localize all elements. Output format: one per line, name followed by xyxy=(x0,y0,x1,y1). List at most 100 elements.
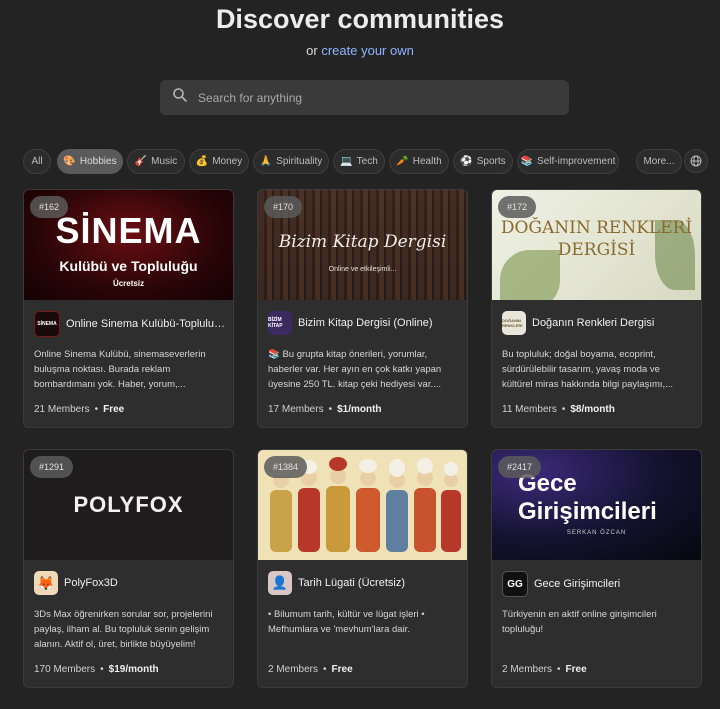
language-button[interactable] xyxy=(684,149,708,173)
card-banner: #1384 xyxy=(258,450,467,560)
laptop-icon: 💻 xyxy=(340,156,353,167)
community-description: Türkiyenin en aktif online girişimcileri… xyxy=(502,609,657,635)
community-card[interactable]: SİNEMA Kulübü ve Topluluğu Ücretsiz #162… xyxy=(23,189,234,428)
member-count: 11 Members xyxy=(502,404,557,415)
community-meta: 170 Members • $19/month xyxy=(34,664,159,675)
banner-tagline: Ücretsiz xyxy=(112,279,145,288)
banner-title: DOĞANIN RENKLERİ xyxy=(500,218,693,238)
filter-chip-health[interactable]: 🥕 Health xyxy=(389,149,449,174)
price: Free xyxy=(103,404,125,415)
filter-label: All xyxy=(31,156,43,167)
community-avatar: GG xyxy=(502,571,528,597)
community-meta: 2 Members • Free xyxy=(268,664,353,675)
pray-icon: 🙏 xyxy=(259,156,273,167)
soccer-ball-icon: ⚽ xyxy=(460,156,473,167)
community-description: 3Ds Max öğrenirken sorular sor, projeler… xyxy=(34,609,213,650)
price: Free xyxy=(331,664,353,675)
rank-badge: #170 xyxy=(264,196,303,218)
community-avatar: SİNEMA xyxy=(34,311,60,337)
community-description: • Bilumum tarih, kültür ve lügat işleri … xyxy=(268,609,425,635)
price: $8/month xyxy=(570,404,615,415)
rank-badge: #162 xyxy=(30,196,69,218)
rank-badge: #1384 xyxy=(264,456,308,478)
member-count: 2 Members xyxy=(502,664,553,675)
filter-chip-sports[interactable]: ⚽ Sports xyxy=(453,149,513,174)
card-banner: SİNEMA Kulübü ve Topluluğu Ücretsiz #162 xyxy=(24,190,233,300)
filter-label: Money xyxy=(212,156,243,167)
community-name[interactable]: PolyFox3D xyxy=(64,577,118,589)
filter-chip-money[interactable]: 💰 Money xyxy=(189,149,249,174)
page-subtitle: or create your own xyxy=(0,43,720,58)
carrot-icon: 🥕 xyxy=(396,156,409,167)
banner-subtitle: Girişimcileri xyxy=(518,498,657,525)
community-card[interactable]: Gece Girişimcileri SERKAN ÖZCAN #2417 GG… xyxy=(491,449,702,688)
filter-chip-tech[interactable]: 💻 Tech xyxy=(333,149,385,174)
fox-avatar-icon: 🦊 xyxy=(34,571,58,595)
community-meta: 21 Members • Free xyxy=(34,404,125,415)
books-icon: 📚 xyxy=(520,156,534,167)
card-banner: Bizim Kitap Dergisi Online ve etkileşiml… xyxy=(258,190,467,300)
community-avatar: DOĞANIN RENKLERİ xyxy=(502,311,526,335)
page-title: Discover communities xyxy=(215,4,505,34)
community-name[interactable]: Doğanın Renkleri Dergisi xyxy=(532,317,654,329)
filter-label: Spirituality xyxy=(276,156,323,167)
rank-badge: #172 xyxy=(498,196,537,218)
banner-subtitle: Kulübü ve Topluluğu xyxy=(59,258,198,274)
price: $1/month xyxy=(337,404,382,415)
community-name[interactable]: Gece Girişimcileri xyxy=(534,578,620,590)
member-count: 170 Members xyxy=(34,664,96,675)
rank-badge: #1291 xyxy=(30,456,74,478)
palette-icon: 🎨 xyxy=(63,156,76,167)
community-name[interactable]: Online Sinema Kulübü-Topluluğu xyxy=(66,318,225,330)
community-name[interactable]: Bizim Kitap Dergisi (Online) xyxy=(298,317,432,329)
search-bar[interactable] xyxy=(160,80,569,115)
banner-subtitle: Online ve etkileşimli... xyxy=(328,266,397,273)
community-avatar: BİZİM KİTAP xyxy=(268,311,292,335)
banner-logo-text: POLYFOX xyxy=(73,492,184,517)
subtitle-prefix: or xyxy=(306,43,318,58)
banner-author: SERKAN ÖZCAN xyxy=(566,530,627,536)
create-community-link[interactable]: create your own xyxy=(321,43,414,58)
search-icon xyxy=(172,87,188,108)
member-count: 21 Members xyxy=(34,404,90,415)
community-card[interactable]: DOĞANIN RENKLERİ DERGİSİ #172 DOĞANIN RE… xyxy=(491,189,702,428)
community-card[interactable]: POLYFOX #1291 🦊 PolyFox3D 3Ds Max öğreni… xyxy=(23,449,234,688)
guitar-icon: 🎸 xyxy=(134,156,148,167)
filter-label: Health xyxy=(412,156,442,167)
filter-chip-hobbies[interactable]: 🎨 Hobbies xyxy=(57,149,123,174)
search-input[interactable] xyxy=(196,89,540,106)
community-name[interactable]: Tarih Lügati (Ücretsiz) xyxy=(298,577,405,589)
banner-title: Bizim Kitap Dergisi xyxy=(278,232,447,252)
filter-label: Music xyxy=(151,156,178,167)
filter-label: Tech xyxy=(356,156,378,167)
price: $19/month xyxy=(108,664,159,675)
banner-subtitle: DERGİSİ xyxy=(557,240,636,260)
community-meta: 2 Members • Free xyxy=(502,664,587,675)
community-meta: 17 Members • $1/month xyxy=(268,404,382,415)
community-card[interactable]: Bizim Kitap Dergisi Online ve etkileşiml… xyxy=(257,189,468,428)
filter-chip-spirituality[interactable]: 🙏 Spirituality xyxy=(253,149,329,174)
card-banner: POLYFOX #1291 xyxy=(24,450,233,560)
community-description: 📚 Bu grupta kitap önerileri, yorumlar, h… xyxy=(268,349,442,390)
card-banner: DOĞANIN RENKLERİ DERGİSİ #172 xyxy=(492,190,701,300)
filter-chip-self-improvement[interactable]: 📚 Self-improvement xyxy=(517,149,619,174)
filter-label: More... xyxy=(643,156,675,167)
rank-badge: #2417 xyxy=(498,456,542,478)
filter-label: Sports xyxy=(476,156,506,167)
card-banner: Gece Girişimcileri SERKAN ÖZCAN #2417 xyxy=(492,450,701,560)
filter-label: Self-improvement xyxy=(537,156,616,167)
community-description: Online Sinema Kulübü, sinemaseverlerin b… xyxy=(34,349,206,390)
member-count: 2 Members xyxy=(268,664,319,675)
profile-avatar-icon: 👤 xyxy=(268,571,292,595)
community-meta: 11 Members • $8/month xyxy=(502,404,615,415)
price: Free xyxy=(565,664,587,675)
community-card[interactable]: #1384 👤 Tarih Lügati (Ücretsiz) • Bilumu… xyxy=(257,449,468,688)
community-description: Bu topluluk; doğal boyama, ecoprint, sür… xyxy=(502,349,674,390)
filter-chip-all[interactable]: All xyxy=(23,149,51,174)
filter-label: Hobbies xyxy=(79,156,117,167)
category-filter-bar: All 🎨 Hobbies 🎸 Music 💰 Money 🙏 Spirituality… xyxy=(23,149,720,175)
filter-chip-music[interactable]: 🎸 Music xyxy=(127,149,185,174)
money-bag-icon: 💰 xyxy=(195,156,209,167)
filter-chip-more[interactable]: More... xyxy=(636,149,682,174)
globe-icon xyxy=(690,155,702,167)
